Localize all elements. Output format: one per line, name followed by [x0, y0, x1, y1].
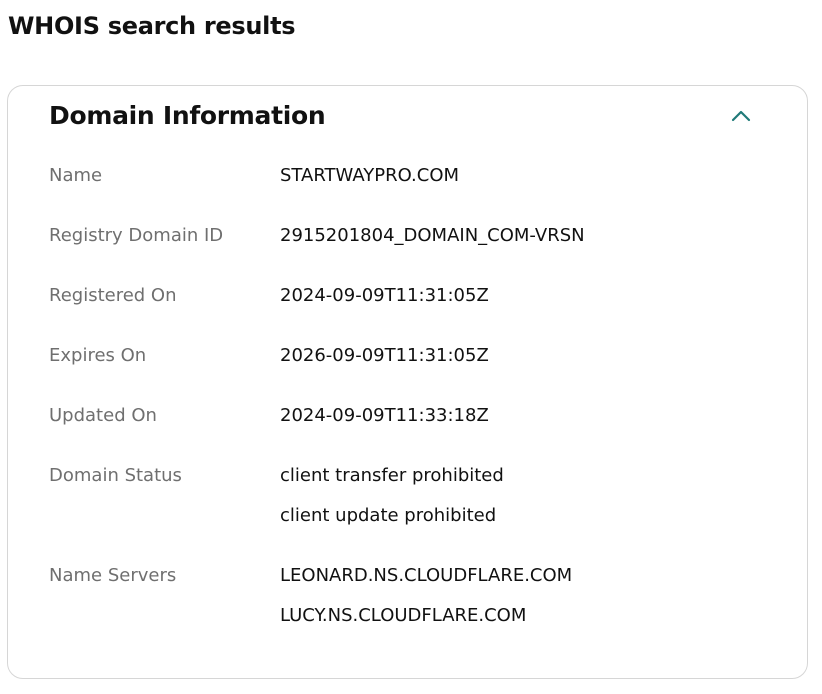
row-value: 2026-09-09T11:31:05Z — [280, 345, 489, 366]
row-value: STARTWAYPRO.COM — [280, 165, 460, 186]
row-value: 2024-09-09T11:31:05Z — [280, 285, 489, 306]
row-label: Registered On — [49, 285, 177, 306]
row-value: LEONARD.NS.CLOUDFLARE.COM — [280, 565, 573, 586]
row-label: Registry Domain ID — [49, 225, 224, 246]
page-title: WHOIS search results — [8, 12, 296, 40]
row-label: Expires On — [49, 345, 147, 366]
row-value: LUCY.NS.CLOUDFLARE.COM — [280, 605, 527, 626]
section-title: Domain Information — [49, 101, 326, 130]
chevron-up-icon — [731, 110, 751, 122]
collapse-toggle-button[interactable] — [727, 102, 755, 130]
row-value: 2915201804_DOMAIN_COM-VRSN — [280, 225, 585, 246]
domain-information-card: Domain Information Name STARTWAYPRO.COM … — [7, 85, 808, 679]
domain-information-header[interactable]: Domain Information — [49, 100, 769, 132]
row-label: Updated On — [49, 405, 157, 426]
row-label: Domain Status — [49, 465, 182, 486]
row-label: Name Servers — [49, 565, 177, 586]
row-label: Name — [49, 165, 103, 186]
row-value: client transfer prohibited — [280, 465, 504, 486]
row-value: 2024-09-09T11:33:18Z — [280, 405, 489, 426]
row-value: client update prohibited — [280, 505, 497, 526]
